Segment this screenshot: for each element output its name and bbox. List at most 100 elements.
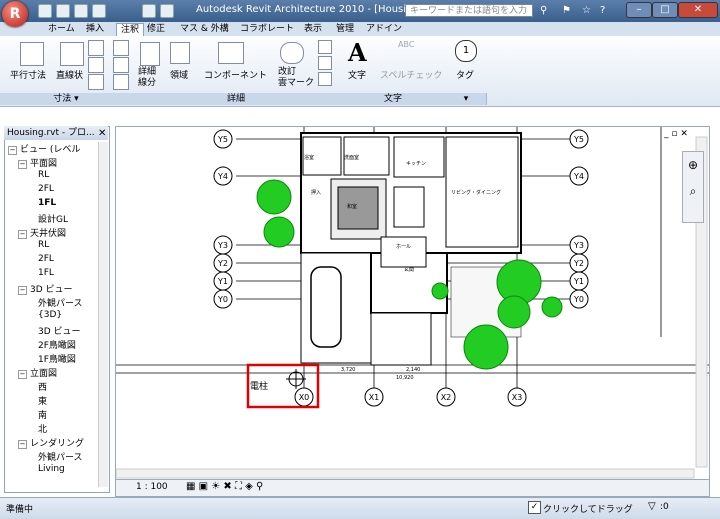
tab-2[interactable]: 注釈	[116, 23, 145, 37]
angular-dimension-icon[interactable]	[88, 40, 104, 56]
subscription-icon[interactable]: ⚑	[562, 5, 571, 16]
browser-item-label: 2FL	[38, 254, 54, 264]
browser-item[interactable]: 1F鳥瞰図	[28, 352, 76, 365]
radial-dimension-icon[interactable]	[88, 57, 104, 73]
insulation-icon[interactable]	[318, 40, 332, 54]
region-button[interactable]: 領域	[170, 68, 188, 81]
spot-elevation-icon[interactable]	[113, 40, 129, 56]
maximize-button[interactable]: □	[652, 2, 678, 18]
browser-item-label: RL	[38, 170, 50, 180]
browser-item[interactable]: Living	[28, 464, 65, 474]
navigation-bar[interactable]: ⊕ ⌕	[682, 151, 704, 223]
save-icon[interactable]	[56, 4, 70, 18]
expand-toggle-icon[interactable]: −	[8, 146, 17, 155]
region-icon[interactable]	[170, 42, 190, 64]
linear-dimension-icon[interactable]	[60, 42, 84, 66]
spot-slope-icon[interactable]	[113, 74, 129, 90]
browser-item[interactable]: 1FL	[28, 198, 56, 208]
redo-icon[interactable]	[92, 4, 106, 18]
browser-item-label: 西	[38, 383, 48, 393]
browser-item[interactable]: 南	[28, 408, 47, 421]
open-icon[interactable]	[38, 4, 52, 18]
linear-dimension-button[interactable]: 直線状	[56, 68, 83, 81]
text-button[interactable]: 文字	[348, 68, 366, 81]
zoom-icon[interactable]: ⌕	[683, 184, 703, 199]
spot-coordinate-icon[interactable]	[113, 57, 129, 73]
minimize-button[interactable]: –	[626, 2, 652, 18]
detail-group-icon[interactable]	[318, 56, 332, 70]
component-icon[interactable]	[218, 42, 244, 64]
browser-item[interactable]: 2FL	[28, 184, 54, 194]
browser-item[interactable]: 外観パース	[28, 450, 83, 463]
browser-item[interactable]: − ビュー (レベル	[8, 142, 80, 155]
tab-6[interactable]: 表示	[300, 23, 326, 36]
browser-item-label: 立面図	[30, 369, 58, 379]
browser-item[interactable]: 北	[28, 422, 47, 435]
binoculars-icon[interactable]: ⚲	[540, 5, 547, 16]
component-button[interactable]: コンポーネント	[204, 68, 267, 81]
tab-8[interactable]: アドイン	[362, 23, 406, 36]
browser-item[interactable]: 2FL	[28, 254, 54, 264]
browser-item[interactable]: − レンダリング	[18, 436, 84, 449]
browser-item[interactable]: {3D}	[28, 310, 62, 320]
tab-7[interactable]: 管理	[332, 23, 358, 36]
browser-item[interactable]: 3D ビュー	[28, 324, 81, 337]
revision-cloud-icon[interactable]	[280, 42, 304, 64]
drag-checkbox[interactable]: ✓	[528, 501, 541, 514]
expand-toggle-icon[interactable]: −	[18, 370, 27, 379]
browser-item-label: 2FL	[38, 184, 54, 194]
revision-cloud-button[interactable]: 改訂 雲マーク	[278, 67, 314, 89]
close-button[interactable]: ✕	[678, 2, 718, 18]
expand-toggle-icon[interactable]: −	[18, 440, 27, 449]
dimension-text: 10,920	[396, 375, 414, 381]
tab-5[interactable]: コラボレート	[236, 23, 298, 36]
browser-item[interactable]: RL	[28, 240, 49, 250]
project-browser-close-icon[interactable]: ✕	[98, 128, 106, 139]
view-scale[interactable]: 1 : 100	[136, 482, 168, 492]
text-icon[interactable]: A	[348, 38, 367, 67]
browser-item[interactable]: 西	[28, 380, 47, 393]
browser-item[interactable]: − 立面図	[18, 366, 57, 379]
application-menu-button[interactable]: R	[2, 1, 28, 27]
arc-length-dimension-icon[interactable]	[88, 74, 104, 90]
undo-icon[interactable]	[74, 4, 88, 18]
expand-toggle-icon[interactable]: −	[18, 286, 27, 295]
tag-button[interactable]: タグ	[456, 68, 474, 81]
filter-icon[interactable]: ▽	[648, 501, 656, 512]
browser-item[interactable]: 設計GL	[28, 212, 68, 225]
browser-item[interactable]: 東	[28, 394, 47, 407]
browser-item[interactable]: − 天井伏図	[18, 226, 66, 239]
steering-wheel-icon[interactable]: ⊕	[683, 158, 703, 172]
drawing-canvas[interactable]: Y5 Y5 Y4 Y4 Y3 Y3 Y2 Y2 Y1 Y1 Y0 Y0 X0 X1 X2 X3 電柱 洗面室…	[115, 126, 710, 480]
browser-item-label: Living	[38, 464, 65, 474]
browser-item[interactable]: −3D ビュー	[18, 282, 73, 295]
expand-toggle-icon[interactable]: −	[18, 160, 27, 169]
select-pointer-icon[interactable]	[142, 4, 156, 18]
detail-line-button[interactable]: 詳細 線分	[138, 67, 156, 89]
tab-1[interactable]: 挿入	[82, 23, 108, 36]
project-browser-scrollbar[interactable]	[98, 142, 108, 487]
aligned-dimension-button[interactable]: 平行寸法	[10, 68, 46, 81]
3d-view-icon[interactable]	[160, 4, 174, 18]
browser-item[interactable]: RL	[28, 170, 49, 180]
star-icon[interactable]: ☆	[582, 5, 591, 16]
browser-item[interactable]: 1FL	[28, 268, 54, 278]
browser-item[interactable]: 2F鳥瞰図	[28, 338, 76, 351]
spell-check-button[interactable]: スペルチェック	[380, 68, 442, 81]
masking-region-icon[interactable]	[318, 72, 332, 86]
tab-3[interactable]: 修正	[143, 23, 169, 36]
tag-panel-title[interactable]: ▾	[446, 93, 487, 105]
browser-item[interactable]: − 平面図	[18, 156, 57, 169]
dimension-panel-title[interactable]: 寸法 ▾	[0, 93, 133, 105]
tag-icon[interactable]: 1	[455, 40, 477, 62]
tab-4[interactable]: マス & 外構	[176, 23, 233, 36]
browser-item[interactable]: 外観パース	[28, 296, 83, 309]
view-control-icons[interactable]: ▦ ▣ ☀ ✖ ⛶ ◈ ⚲	[186, 481, 263, 492]
tab-0[interactable]: ホーム	[44, 23, 79, 36]
aligned-dimension-icon[interactable]	[20, 42, 44, 66]
expand-toggle-icon[interactable]: −	[18, 230, 27, 239]
view-window-controls[interactable]: _ ▫ ✕	[664, 129, 688, 139]
help-icon[interactable]: ?	[600, 5, 605, 16]
detail-line-icon[interactable]	[140, 42, 160, 66]
search-input[interactable]: キーワードまたは語句を入力	[405, 4, 533, 17]
